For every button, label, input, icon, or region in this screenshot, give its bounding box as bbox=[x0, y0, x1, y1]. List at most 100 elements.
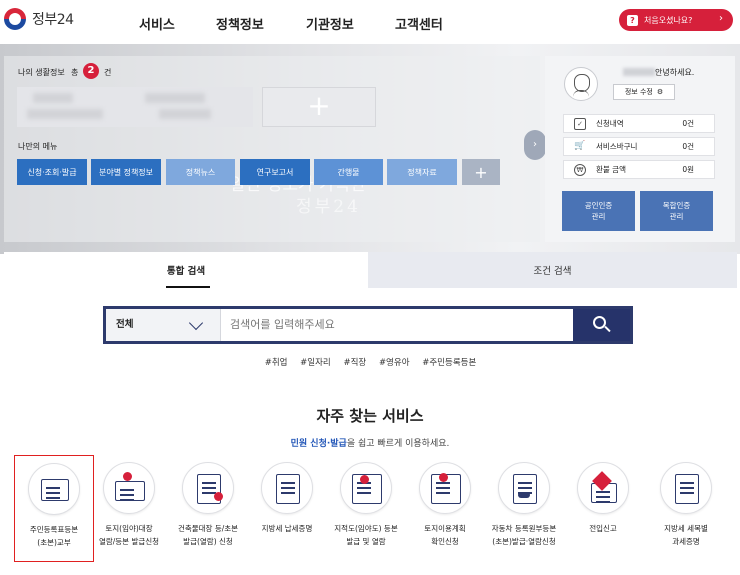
stat-label: 환불 금액 bbox=[596, 165, 626, 174]
hero-watermark-line2: 정부24 bbox=[296, 197, 361, 217]
chevron-right-icon: › bbox=[719, 13, 723, 24]
gear-icon: ⚙ bbox=[656, 88, 664, 96]
won-icon: ₩ bbox=[574, 163, 586, 176]
government-emblem-icon bbox=[4, 8, 26, 30]
cart-icon: 🛒 bbox=[574, 140, 586, 151]
menu-button-policy[interactable]: 분야별 정책정보 bbox=[91, 159, 161, 185]
service-name: 토지(임야)대장 열람/등본 발급신청 bbox=[98, 524, 160, 546]
tag-link[interactable]: #주민등록등본 bbox=[422, 358, 476, 368]
tag-link[interactable]: #일자리 bbox=[300, 358, 331, 368]
search-scope-select[interactable]: 전체 bbox=[106, 309, 221, 341]
service-resident-registration[interactable]: 주민등록표등본 (초본)교부 bbox=[14, 455, 94, 562]
tax-document-icon bbox=[261, 462, 313, 514]
service-building-register[interactable]: 건축물대장 등/초본 발급(열람) 신청 bbox=[168, 455, 248, 548]
edit-info-label: 정보 수정 bbox=[624, 88, 653, 96]
tag-link[interactable]: #영유아 bbox=[379, 358, 410, 368]
search-scope-value: 전체 bbox=[116, 319, 134, 330]
menu-button-label: 간행물 bbox=[337, 167, 360, 177]
menu-add-button[interactable]: + bbox=[462, 159, 500, 185]
nav-item-customer-center[interactable]: 고객센터 bbox=[395, 14, 443, 33]
my-menu-label: 나만의 메뉴 bbox=[18, 142, 58, 151]
menu-button-apply[interactable]: 신청·조회·발급 bbox=[17, 159, 87, 185]
life-info-label: 나의 생활정보 bbox=[18, 68, 65, 77]
stat-value: 0원 bbox=[682, 165, 694, 174]
service-move-in-report[interactable]: 전입신고 bbox=[563, 455, 643, 535]
service-name: 토지이용계획 확인신청 bbox=[424, 524, 466, 546]
first-visit-button[interactable]: ? 처음오셨나요? › bbox=[619, 9, 733, 31]
frequent-services-title: 자주 찾는 서비스 bbox=[316, 407, 424, 425]
site-header: 정부24 서비스 정책정보 기관정보 고객센터 ? 처음오셨나요? › bbox=[0, 0, 740, 44]
logo[interactable]: 정부24 bbox=[4, 8, 74, 30]
service-land-register[interactable]: 토지(임야)대장 열람/등본 발급신청 bbox=[89, 455, 169, 548]
map-pin-laptop-icon bbox=[103, 462, 155, 514]
chevron-down-icon bbox=[188, 315, 204, 331]
user-panel: 안녕하세요. 정보 수정 ⚙ ✓ 신청내역 0건 🛒 서비스바구니 0건 ₩ 환… bbox=[545, 56, 735, 242]
checklist-icon: ✓ bbox=[574, 117, 586, 130]
nav-item-services[interactable]: 서비스 bbox=[139, 14, 175, 33]
my-info-card bbox=[4, 56, 540, 242]
search-button[interactable] bbox=[573, 309, 630, 341]
service-name: 지방세 납세증명 bbox=[261, 524, 313, 533]
greeting-text: 안녕하세요. bbox=[655, 68, 695, 77]
stat-service-basket[interactable]: 🛒 서비스바구니 0건 bbox=[563, 137, 715, 156]
menu-button-label: 정책자료 bbox=[407, 167, 437, 177]
tab-conditional-search[interactable]: 조건 검색 bbox=[368, 252, 737, 288]
tab-label: 통합 검색 bbox=[166, 266, 206, 277]
life-info-item[interactable] bbox=[17, 87, 133, 127]
menu-button-label: 정책뉴스 bbox=[185, 167, 216, 177]
tag-link[interactable]: #직장 bbox=[343, 358, 366, 368]
composite-cert-button[interactable]: 복합인증 관리 bbox=[640, 191, 713, 231]
menu-button-publications[interactable]: 간행물 bbox=[314, 159, 383, 185]
document-search-icon bbox=[182, 462, 234, 514]
search-input[interactable] bbox=[230, 309, 560, 341]
public-cert-button[interactable]: 공인인증 관리 bbox=[562, 191, 635, 231]
house-icon bbox=[577, 462, 629, 514]
menu-button-materials[interactable]: 정책자료 bbox=[387, 159, 457, 185]
stat-applications[interactable]: ✓ 신청내역 0건 bbox=[563, 114, 715, 133]
subtitle-rest: 을 쉽고 빠르게 이용하세요. bbox=[346, 439, 450, 449]
life-info-count-badge: 2 bbox=[83, 63, 99, 79]
menu-button-label: 연구보고서 bbox=[256, 167, 294, 177]
user-name-masked bbox=[623, 68, 655, 76]
nav-item-policy-info[interactable]: 정책정보 bbox=[216, 14, 264, 33]
service-cadastral-map[interactable]: 지적도(임야도) 등본 발급 및 열람 bbox=[326, 455, 406, 548]
list-document-icon bbox=[660, 462, 712, 514]
service-name: 주민등록표등본 (초본)교부 bbox=[29, 525, 79, 547]
add-life-info-button[interactable]: + bbox=[262, 87, 376, 127]
service-name: 지방세 세목별 과세증명 bbox=[664, 524, 708, 546]
service-name: 자동차 등록원부등본 (초본)발급·열람신청 bbox=[491, 524, 557, 546]
stat-value: 0건 bbox=[682, 119, 694, 128]
menu-button-news[interactable]: 정책뉴스 bbox=[166, 159, 235, 185]
subtitle-highlight: 민원 신청·발급 bbox=[290, 439, 347, 449]
tab-label: 조건 검색 bbox=[533, 266, 572, 277]
stat-label: 서비스바구니 bbox=[596, 142, 638, 151]
tag-link[interactable]: #취업 bbox=[265, 358, 288, 368]
life-info-unit: 건 bbox=[104, 68, 112, 77]
menu-button-label: 신청·조회·발급 bbox=[27, 167, 77, 177]
menu-button-reports[interactable]: 연구보고서 bbox=[240, 159, 310, 185]
life-info-total: 총 bbox=[71, 68, 79, 77]
resident-card-icon bbox=[28, 463, 80, 515]
menu-button-label: 분야별 정책정보 bbox=[98, 167, 154, 177]
service-local-tax-by-item[interactable]: 지방세 세목별 과세증명 bbox=[646, 455, 726, 548]
service-local-tax-certificate[interactable]: 지방세 납세증명 bbox=[247, 455, 327, 535]
stat-label: 신청내역 bbox=[596, 119, 624, 128]
service-name: 건축물대장 등/초본 발급(열람) 신청 bbox=[177, 524, 239, 546]
stat-refund[interactable]: ₩ 환불 금액 0원 bbox=[563, 160, 715, 179]
avatar-icon bbox=[564, 67, 598, 101]
edit-info-button[interactable]: 정보 수정 ⚙ bbox=[613, 84, 675, 100]
service-land-use-plan[interactable]: 토지이용계획 확인신청 bbox=[405, 455, 485, 548]
life-info-slots bbox=[17, 87, 253, 127]
service-name: 지적도(임야도) 등본 발급 및 열람 bbox=[334, 524, 398, 546]
search-section: 통합 검색 조건 검색 전체 #취업 #일자리 #직장 #영유아 #주민등록등본 bbox=[4, 252, 737, 380]
life-info-item[interactable] bbox=[137, 87, 253, 127]
slide-next-arrow-icon[interactable]: › bbox=[524, 130, 546, 160]
first-visit-label: 처음오셨나요? bbox=[644, 15, 693, 25]
car-document-icon bbox=[498, 462, 550, 514]
service-vehicle-register[interactable]: 자동차 등록원부등본 (초본)발급·열람신청 bbox=[484, 455, 564, 548]
tab-integrated-search[interactable]: 통합 검색 bbox=[4, 252, 368, 288]
question-icon: ? bbox=[627, 14, 638, 26]
service-name: 전입신고 bbox=[589, 524, 617, 533]
search-bar: 전체 bbox=[103, 306, 633, 344]
nav-item-agency-info[interactable]: 기관정보 bbox=[306, 14, 354, 33]
